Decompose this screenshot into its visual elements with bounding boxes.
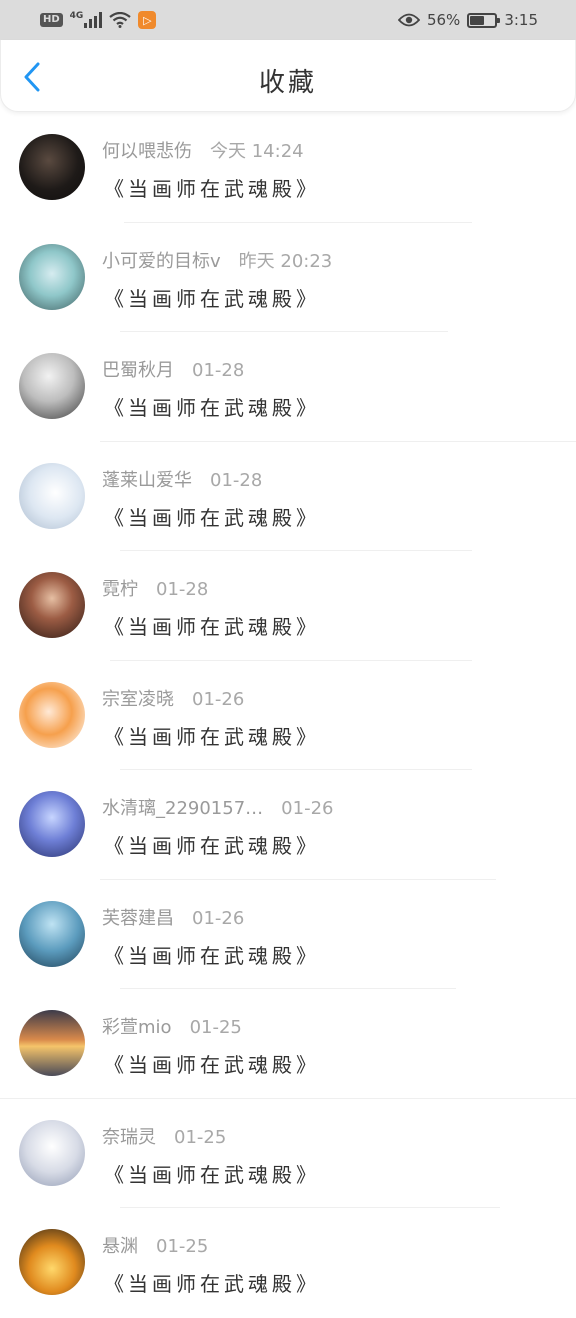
story-title[interactable]: 《当画师在武魂殿》 xyxy=(104,502,320,531)
timestamp: 01-25 xyxy=(156,1236,209,1257)
favorite-item[interactable]: 宗室凌晓 01-26 《当画师在武魂殿》 xyxy=(0,661,576,770)
item-meta: 水清璃_2290157… 01-26 xyxy=(102,794,333,820)
timestamp: 昨天 20:23 xyxy=(238,250,333,272)
favorite-item[interactable]: 霓柠 01-28 《当画师在武魂殿》 xyxy=(0,551,576,661)
favorite-item[interactable]: 蓬莱山爱华 01-28 《当画师在武魂殿》 xyxy=(0,442,576,551)
battery-percent: 56% xyxy=(426,11,461,29)
story-title[interactable]: 《当画师在武魂殿》 xyxy=(104,392,320,421)
avatar[interactable] xyxy=(19,1119,85,1186)
user-name[interactable]: 奈瑞灵 xyxy=(102,1123,156,1149)
story-title[interactable]: 《当画师在武魂殿》 xyxy=(104,283,320,312)
favorite-item[interactable]: 巴蜀秋月 01-28 《当画师在武魂殿》 xyxy=(0,332,576,442)
story-title[interactable]: 《当画师在武魂殿》 xyxy=(104,1049,320,1078)
item-meta: 巴蜀秋月 01-28 xyxy=(102,356,244,382)
status-bar: HD 4G ▷ 56% 3:15 xyxy=(0,0,576,40)
user-name[interactable]: 小可爱的目标v xyxy=(102,247,221,273)
timestamp: 01-28 xyxy=(156,579,209,600)
item-meta: 霓柠 01-28 xyxy=(102,575,208,601)
user-name[interactable]: 悬渊 xyxy=(102,1232,138,1258)
avatar[interactable] xyxy=(19,353,85,419)
avatar[interactable] xyxy=(19,462,85,529)
item-meta: 彩萱mio 01-25 xyxy=(102,1013,242,1039)
battery-icon xyxy=(467,12,501,28)
timestamp: 01-26 xyxy=(192,688,245,710)
favorite-item[interactable]: 彩萱mio 01-25 《当画师在武魂殿》 xyxy=(0,989,576,1099)
item-meta: 蓬莱山爱华 01-28 xyxy=(102,466,262,492)
app-notification-icon: ▷ xyxy=(138,11,157,29)
item-meta: 宗室凌晓 01-26 xyxy=(102,685,244,711)
user-name[interactable]: 巴蜀秋月 xyxy=(102,356,174,382)
avatar[interactable] xyxy=(19,572,85,638)
user-name[interactable]: 水清璃_2290157… xyxy=(102,794,263,820)
avatar[interactable] xyxy=(19,681,85,748)
story-title[interactable]: 《当画师在武魂殿》 xyxy=(104,721,320,750)
page-title: 收藏 xyxy=(258,68,317,98)
favorite-item[interactable]: 奈瑞灵 01-25 《当画师在武魂殿》 xyxy=(0,1099,576,1208)
status-left: HD 4G ▷ xyxy=(40,11,157,29)
avatar[interactable] xyxy=(19,1229,85,1295)
story-title[interactable]: 《当画师在武魂殿》 xyxy=(104,830,320,859)
story-title[interactable]: 《当画师在武魂殿》 xyxy=(104,1268,320,1297)
user-name[interactable]: 芙蓉建昌 xyxy=(102,904,174,930)
user-name[interactable]: 蓬莱山爱华 xyxy=(102,466,192,492)
avatar[interactable] xyxy=(19,900,85,967)
timestamp: 01-26 xyxy=(192,907,245,929)
app-header: 收藏 xyxy=(0,40,576,112)
avatar[interactable] xyxy=(19,134,85,200)
item-meta: 何以喂悲伤 今天 14:24 xyxy=(102,137,304,163)
user-name[interactable]: 霓柠 xyxy=(102,575,138,601)
item-meta: 小可爱的目标v 昨天 20:23 xyxy=(102,247,332,273)
favorite-item[interactable]: 水清璃_2290157… 01-26 《当画师在武魂殿》 xyxy=(0,770,576,880)
timestamp: 01-25 xyxy=(174,1126,227,1148)
favorite-item[interactable]: 悬渊 01-25 《当画师在武魂殿》 xyxy=(0,1208,576,1318)
favorite-item[interactable]: 何以喂悲伤 今天 14:24 《当画师在武魂殿》 xyxy=(0,113,576,223)
status-right: 56% 3:15 xyxy=(397,11,538,29)
story-title[interactable]: 《当画师在武魂殿》 xyxy=(104,611,320,640)
favorites-list: 何以喂悲伤 今天 14:24 《当画师在武魂殿》 小可爱的目标v 昨天 20:23 《当画… xyxy=(0,113,576,1318)
wifi-icon xyxy=(109,12,132,28)
battery-fill xyxy=(470,15,484,25)
user-name[interactable]: 宗室凌晓 xyxy=(102,685,174,711)
timestamp: 01-26 xyxy=(281,798,334,819)
story-title[interactable]: 《当画师在武魂殿》 xyxy=(104,173,320,202)
item-meta: 芙蓉建昌 01-26 xyxy=(102,904,244,930)
favorite-item[interactable]: 芙蓉建昌 01-26 《当画师在武魂殿》 xyxy=(0,880,576,989)
item-meta: 悬渊 01-25 xyxy=(102,1232,208,1258)
user-name[interactable]: 何以喂悲伤 xyxy=(102,137,192,163)
user-name[interactable]: 彩萱mio xyxy=(102,1013,172,1039)
item-meta: 奈瑞灵 01-25 xyxy=(102,1123,226,1149)
timestamp: 01-25 xyxy=(189,1017,242,1038)
timestamp: 01-28 xyxy=(192,360,245,381)
clock: 3:15 xyxy=(504,11,538,29)
avatar[interactable] xyxy=(19,791,85,857)
favorite-item[interactable]: 小可爱的目标v 昨天 20:23 《当画师在武魂殿》 xyxy=(0,223,576,332)
story-title[interactable]: 《当画师在武魂殿》 xyxy=(104,940,320,969)
eye-icon xyxy=(397,13,420,27)
avatar[interactable] xyxy=(19,1010,85,1076)
signal-icon xyxy=(84,12,103,28)
hd-badge: HD xyxy=(40,13,63,27)
story-title[interactable]: 《当画师在武魂殿》 xyxy=(104,1159,320,1188)
avatar[interactable] xyxy=(19,243,85,310)
timestamp: 今天 14:24 xyxy=(210,141,304,162)
timestamp: 01-28 xyxy=(210,469,263,491)
network-type: 4G xyxy=(69,11,84,21)
